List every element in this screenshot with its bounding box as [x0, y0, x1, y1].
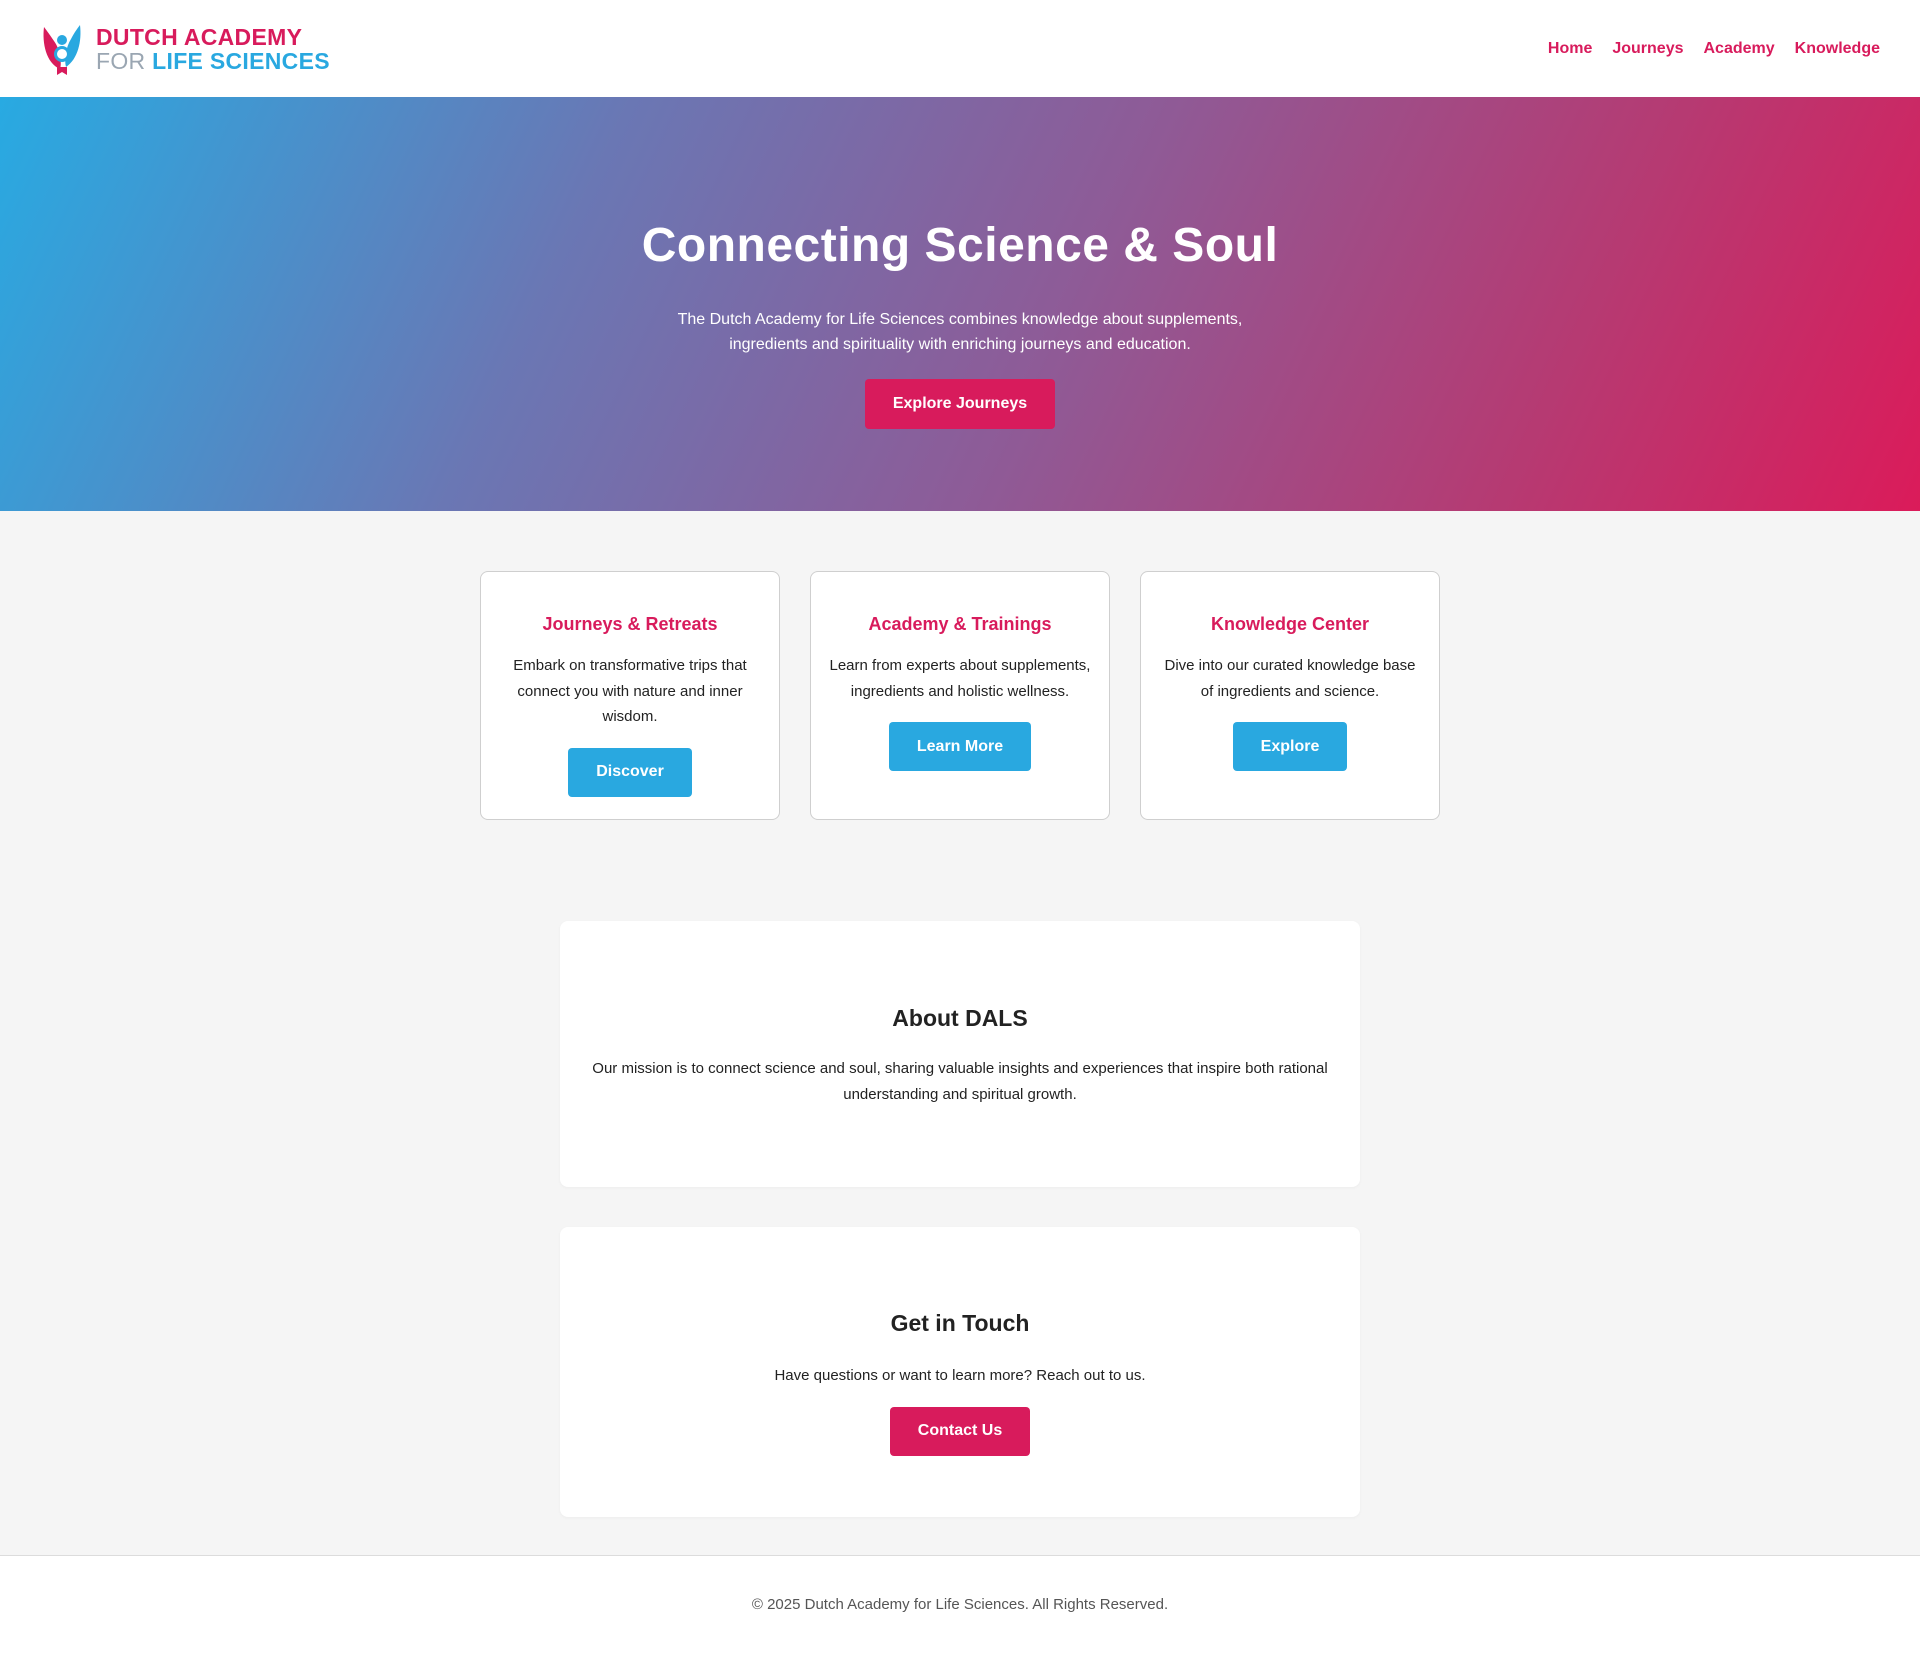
site-header: DUTCH ACADEMY FOR LIFE SCIENCES Home Jou… [0, 0, 1920, 97]
contact-text: Have questions or want to learn more? Re… [774, 1367, 1146, 1384]
brand-logo-link[interactable]: DUTCH ACADEMY FOR LIFE SCIENCES [40, 23, 330, 75]
feature-cards: Journeys & Retreats Embark on transforma… [0, 571, 1920, 820]
card-academy: Academy & Trainings Learn from experts a… [810, 571, 1110, 820]
nav-home[interactable]: Home [1548, 40, 1592, 58]
hero-section: Connecting Science & Soul The Dutch Acad… [0, 97, 1920, 511]
nav-academy[interactable]: Academy [1704, 40, 1775, 58]
site-footer: © 2025 Dutch Academy for Life Sciences. … [0, 1555, 1920, 1654]
discover-button[interactable]: Discover [568, 747, 692, 797]
card-text: Dive into our curated knowledge base of … [1164, 657, 1416, 700]
brand-life-sciences: LIFE SCIENCES [152, 47, 330, 74]
learn-more-button[interactable]: Learn More [888, 722, 1032, 771]
card-journeys: Journeys & Retreats Embark on transforma… [480, 571, 780, 820]
explore-button[interactable]: Explore [1232, 722, 1348, 771]
copyright-text: © 2025 Dutch Academy for Life Sciences. … [751, 1596, 1169, 1613]
contact-title: Get in Touch [890, 1310, 1030, 1336]
main-nav: Home Journeys Academy Knowledge [1548, 40, 1880, 58]
card-title: Academy & Trainings [868, 614, 1052, 634]
explore-journeys-button[interactable]: Explore Journeys [864, 379, 1056, 429]
nav-knowledge[interactable]: Knowledge [1795, 40, 1880, 58]
card-knowledge: Knowledge Center Dive into our curated k… [1140, 571, 1440, 820]
card-title: Knowledge Center [1210, 614, 1370, 634]
card-title: Journeys & Retreats [542, 614, 718, 634]
brand-for: FOR [96, 47, 146, 74]
brand-line1: DUTCH ACADEMY [96, 23, 303, 50]
hero-title: Connecting Science & Soul [641, 219, 1279, 272]
butterfly-person-logo-icon [43, 24, 81, 75]
hero-description: The Dutch Academy for Life Sciences comb… [677, 311, 1243, 353]
about-title: About DALS [892, 1005, 1028, 1031]
card-text: Embark on transformative trips that conn… [513, 657, 747, 725]
brand-wordmark: DUTCH ACADEMY FOR LIFE SCIENCES [96, 25, 330, 73]
about-section: About DALS Our mission is to connect sci… [560, 921, 1360, 1187]
about-text: Our mission is to connect science and so… [592, 1060, 1328, 1103]
card-text: Learn from experts about supplements, in… [829, 657, 1091, 700]
contact-us-button[interactable]: Contact Us [889, 1406, 1031, 1456]
contact-section: Get in Touch Have questions or want to l… [560, 1227, 1360, 1517]
nav-journeys[interactable]: Journeys [1612, 40, 1683, 58]
brand-line2: FOR LIFE SCIENCES [96, 49, 330, 73]
